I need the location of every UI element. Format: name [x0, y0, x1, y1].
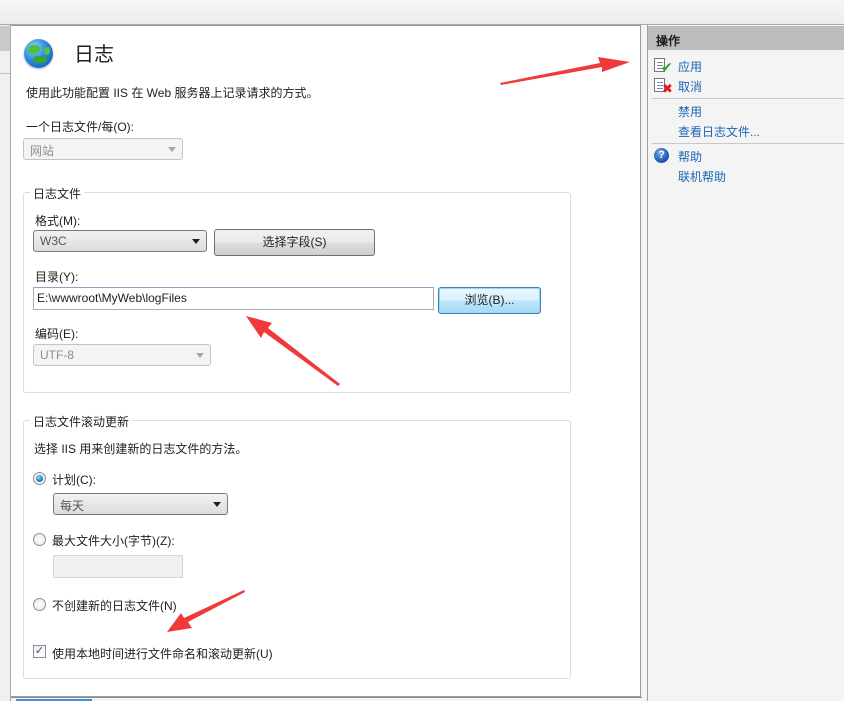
- action-online-help[interactable]: 联机帮助: [678, 168, 726, 185]
- left-pane-edge[interactable]: [0, 25, 11, 701]
- encoding-value: UTF-8: [40, 348, 74, 362]
- page-description: 使用此功能配置 IIS 在 Web 服务器上记录请求的方式。: [26, 86, 319, 100]
- action-apply[interactable]: 应用: [678, 58, 702, 75]
- max-size-radio[interactable]: [33, 533, 46, 546]
- one-log-per-value: 网站: [30, 144, 55, 158]
- schedule-radio[interactable]: [33, 472, 46, 485]
- action-disable[interactable]: 禁用: [678, 103, 702, 120]
- help-icon: ?: [654, 148, 670, 164]
- divider: [11, 697, 642, 698]
- schedule-value: 每天: [60, 499, 85, 513]
- globe-icon: [24, 39, 53, 68]
- directory-input[interactable]: E:\wwwroot\MyWeb\logFiles: [33, 287, 434, 310]
- scrollbar-thumb[interactable]: [0, 26, 10, 51]
- action-cancel[interactable]: 取消: [678, 78, 702, 95]
- page-title: 日志: [74, 44, 114, 66]
- schedule-select[interactable]: 每天: [53, 493, 228, 515]
- apply-icon: ✔: [654, 58, 673, 74]
- chevron-down-icon: [192, 239, 200, 244]
- one-log-per-label: 一个日志文件/每(O):: [26, 120, 134, 134]
- directory-label: 目录(Y):: [35, 270, 79, 284]
- browse-button[interactable]: 浏览(B)...: [438, 287, 541, 314]
- rollover-description: 选择 IIS 用来创建新的日志文件的方法。: [34, 442, 248, 456]
- chevron-down-icon: [168, 147, 176, 152]
- local-time-checkbox[interactable]: ✓: [33, 645, 46, 658]
- format-value: W3C: [40, 234, 67, 248]
- chevron-down-icon: [196, 353, 204, 358]
- one-log-per-select: 网站: [23, 138, 183, 160]
- schedule-label[interactable]: 计划(C):: [52, 471, 96, 488]
- max-size-input: [53, 555, 183, 578]
- log-rollover-group-title: 日志文件滚动更新: [30, 413, 133, 430]
- select-fields-button[interactable]: 选择字段(S): [214, 229, 375, 256]
- actions-header: 操作: [648, 26, 844, 50]
- divider: [652, 143, 844, 144]
- action-view-log-files[interactable]: 查看日志文件...: [678, 123, 760, 140]
- divider: [0, 73, 10, 74]
- log-rollover-group: 日志文件滚动更新: [23, 413, 571, 679]
- actions-pane: 操作 ✔ 应用 ✖ 取消 禁用 查看日志文件... ? 帮助 联机帮助: [648, 25, 844, 701]
- format-select[interactable]: W3C: [33, 230, 207, 252]
- cancel-icon: ✖: [654, 78, 673, 95]
- no-new-log-radio[interactable]: [33, 598, 46, 611]
- chevron-down-icon: [213, 502, 221, 507]
- log-file-group-title: 日志文件: [30, 185, 85, 202]
- encoding-select: UTF-8: [33, 344, 211, 366]
- format-label: 格式(M):: [35, 214, 81, 228]
- action-help[interactable]: 帮助: [678, 148, 702, 165]
- window-top-bar: [0, 0, 844, 25]
- no-new-log-label[interactable]: 不创建新的日志文件(N): [52, 597, 177, 614]
- encoding-label: 编码(E):: [35, 327, 79, 341]
- max-size-label[interactable]: 最大文件大小(字节)(Z):: [52, 532, 175, 549]
- local-time-label[interactable]: 使用本地时间进行文件命名和滚动更新(U): [52, 645, 273, 662]
- divider: [652, 98, 844, 99]
